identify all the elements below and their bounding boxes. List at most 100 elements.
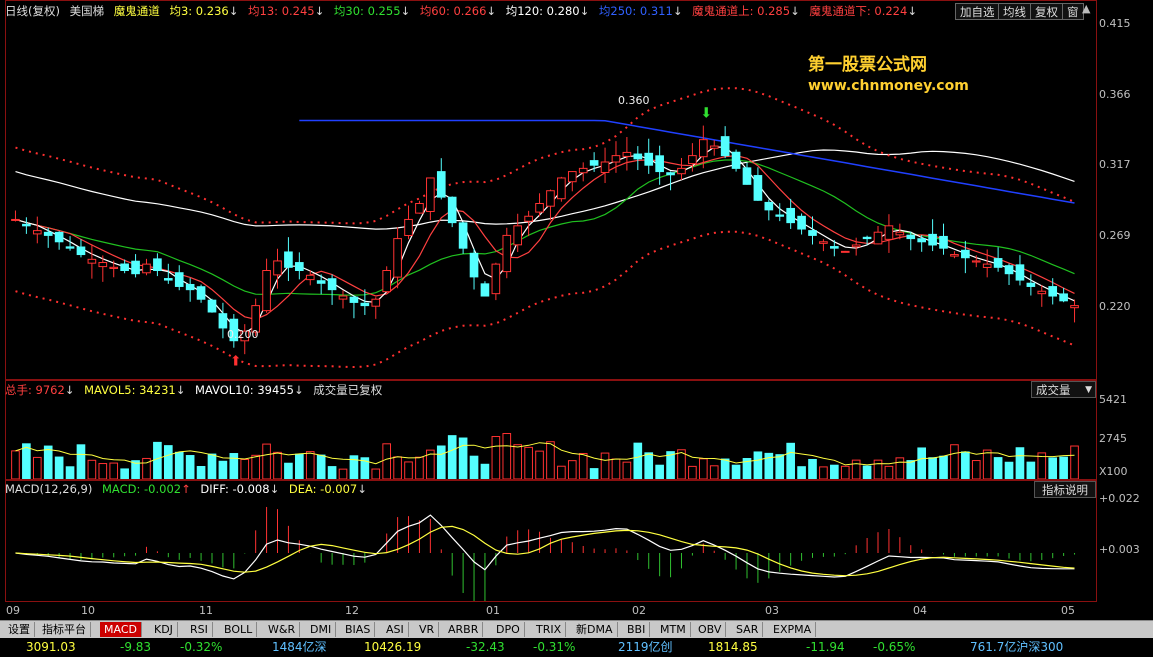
volume-bar bbox=[436, 445, 446, 479]
volume-bar bbox=[415, 456, 424, 479]
volume-bar bbox=[1026, 461, 1036, 479]
x-tick-label: 04 bbox=[913, 604, 927, 617]
arrow-down-icon: ↓ bbox=[64, 383, 75, 397]
volume-bar bbox=[273, 451, 282, 479]
diff-line bbox=[15, 514, 1075, 580]
candle-body bbox=[720, 136, 730, 157]
volume-bar bbox=[1048, 457, 1058, 479]
x-tick-label: 09 bbox=[6, 604, 20, 617]
period-label[interactable]: 日线(复权) bbox=[5, 4, 60, 18]
candle-body bbox=[262, 270, 271, 312]
candle-body bbox=[196, 286, 206, 300]
candle-body bbox=[775, 214, 785, 217]
candle-body bbox=[557, 177, 566, 200]
volume-bar bbox=[262, 443, 271, 479]
candle-body bbox=[524, 215, 533, 222]
volume-bar bbox=[961, 451, 970, 479]
tab-trix[interactable]: TRIX bbox=[532, 622, 567, 637]
tab-bbi[interactable]: BBI bbox=[623, 622, 651, 637]
arrow-down-icon: ↓ bbox=[175, 383, 186, 397]
tab-bias[interactable]: BIAS bbox=[341, 622, 376, 637]
sz-percent: -0.31% bbox=[533, 640, 576, 654]
macd-chart[interactable] bbox=[6, 498, 1096, 601]
indicator-name: 魔鬼通道 bbox=[113, 4, 160, 18]
candle-body bbox=[469, 252, 479, 278]
tab-vr[interactable]: VR bbox=[415, 622, 440, 637]
candle-body bbox=[174, 272, 184, 287]
arrow-down-icon: ↓ bbox=[790, 4, 800, 18]
candle-body bbox=[753, 175, 763, 201]
volume-bar bbox=[393, 456, 402, 479]
volume-bar bbox=[709, 465, 719, 479]
macd-tick-label: +0.022 bbox=[1099, 492, 1140, 505]
tab-obv[interactable]: OBV bbox=[694, 622, 727, 637]
volume-bar bbox=[688, 465, 697, 479]
volume-bar bbox=[557, 465, 566, 479]
volume-bar bbox=[65, 466, 75, 479]
market-status-bar: 3091.03 -9.83 -0.32% 1484亿深 10426.19 -32… bbox=[0, 638, 1153, 657]
tab-dpo[interactable]: DPO bbox=[492, 622, 525, 637]
tab-expma[interactable]: EXPMA bbox=[769, 622, 817, 637]
window-button[interactable]: 窗 bbox=[1062, 3, 1084, 20]
candle-body bbox=[153, 258, 162, 272]
channel-upper-value: 魔鬼通道上: 0.285 bbox=[692, 4, 791, 18]
tab-mtm[interactable]: MTM bbox=[656, 622, 691, 637]
tab-arbr[interactable]: ARBR bbox=[444, 622, 484, 637]
candle-body bbox=[840, 250, 850, 253]
candle-body bbox=[338, 295, 348, 300]
volume-bar bbox=[862, 465, 872, 479]
tab-indicator-platform[interactable]: 指标平台 bbox=[38, 622, 91, 637]
volume-bar bbox=[840, 465, 850, 479]
tab-wr[interactable]: W&R bbox=[264, 622, 301, 637]
volume-bar bbox=[295, 453, 304, 479]
candle-body bbox=[873, 231, 883, 245]
volume-total: 总手: 9762 bbox=[5, 383, 65, 397]
candle-body bbox=[393, 238, 402, 278]
x-tick-label: 12 bbox=[345, 604, 359, 617]
price-chart[interactable]: ⬇⬆ bbox=[6, 20, 1096, 379]
volume-bar bbox=[731, 464, 741, 479]
candle-body bbox=[76, 246, 86, 256]
tab-sar[interactable]: SAR bbox=[732, 622, 764, 637]
volume-bar bbox=[873, 459, 883, 479]
candle-body bbox=[546, 190, 555, 207]
volume-bar bbox=[851, 459, 861, 479]
restore-rights-button[interactable]: 复权 bbox=[1030, 3, 1063, 20]
candle-body bbox=[742, 167, 752, 185]
add-watchlist-button[interactable]: 加自选 bbox=[955, 3, 1000, 20]
candle-body bbox=[535, 202, 544, 213]
candle-body bbox=[622, 151, 632, 157]
x-tick-label: 11 bbox=[199, 604, 213, 617]
tab-kdj[interactable]: KDJ bbox=[150, 622, 178, 637]
ma-button[interactable]: 均线 bbox=[998, 3, 1031, 20]
candle-body bbox=[731, 151, 741, 169]
candle-body bbox=[895, 231, 905, 236]
tab-rsi[interactable]: RSI bbox=[186, 622, 213, 637]
volume-bar bbox=[196, 466, 206, 479]
candle-body bbox=[458, 222, 468, 249]
arrow-down-icon: ↓ bbox=[228, 4, 239, 18]
volume-chart[interactable] bbox=[6, 396, 1096, 479]
tab-macd[interactable]: MACD bbox=[100, 622, 142, 637]
tab-new-dma[interactable]: 新DMA bbox=[572, 622, 618, 637]
candle-body bbox=[426, 177, 435, 212]
volume-bar bbox=[382, 443, 392, 479]
tab-settings[interactable]: 设置 bbox=[4, 622, 35, 637]
candle-body bbox=[982, 263, 992, 268]
tab-dmi[interactable]: DMI bbox=[306, 622, 337, 637]
candle-body bbox=[655, 155, 664, 173]
candle-body bbox=[808, 230, 817, 236]
candle-body bbox=[98, 262, 108, 268]
volume-bar bbox=[611, 458, 621, 479]
candle-body bbox=[917, 238, 927, 243]
tab-boll[interactable]: BOLL bbox=[220, 622, 258, 637]
tab-asi[interactable]: ASI bbox=[382, 622, 409, 637]
candle-body bbox=[65, 246, 75, 249]
arrow-down-icon: ↓ bbox=[293, 383, 304, 397]
candle-body bbox=[163, 278, 173, 281]
volume-bar bbox=[906, 460, 916, 479]
volume-bar bbox=[87, 459, 97, 479]
volume-bar bbox=[305, 451, 315, 479]
indicator-help-button[interactable]: 指标说明 bbox=[1034, 481, 1096, 498]
candle-body bbox=[109, 266, 119, 269]
